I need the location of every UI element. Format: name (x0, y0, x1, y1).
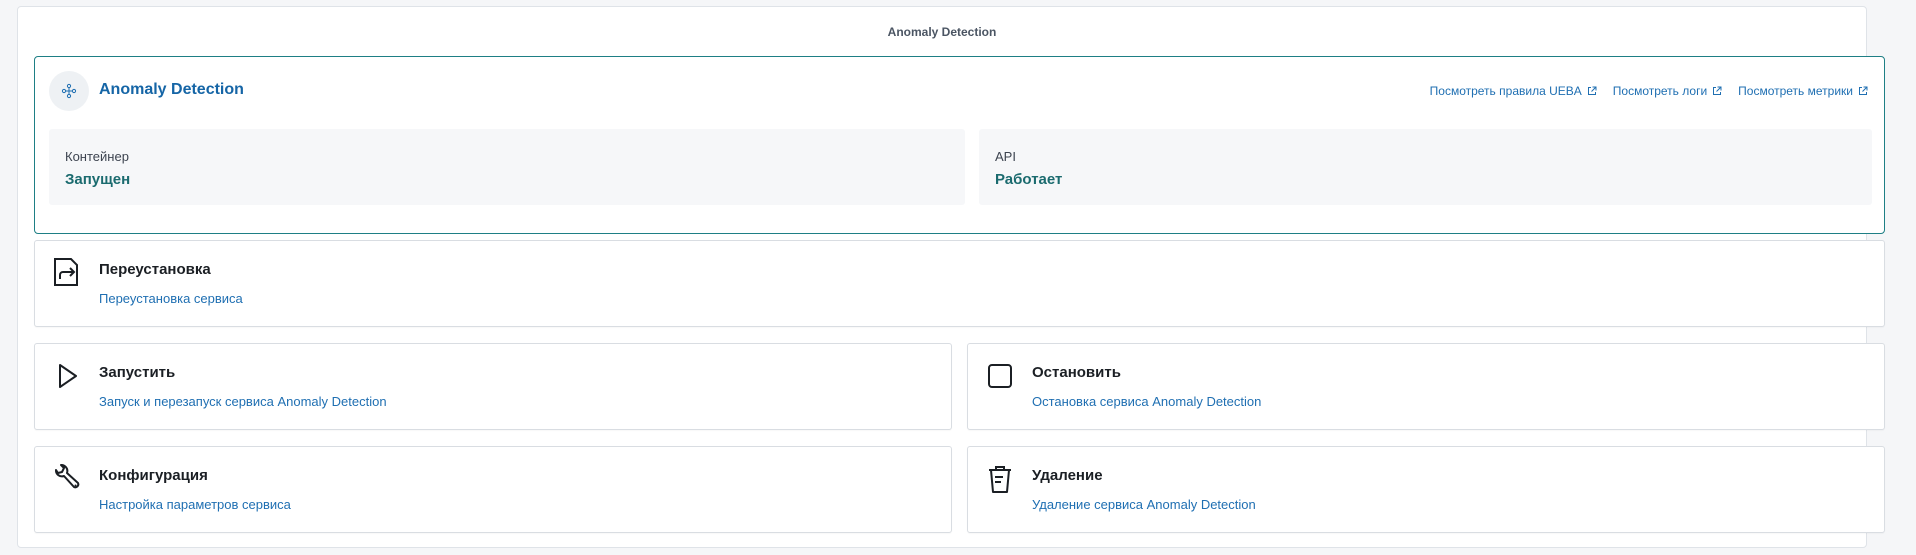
view-logs-link[interactable]: Посмотреть логи (1613, 84, 1722, 98)
page-title: Anomaly Detection (887, 25, 997, 39)
start-card[interactable]: Запустить Запуск и перезапуск сервиса An… (34, 343, 952, 430)
play-icon (59, 364, 77, 388)
delete-card[interactable]: Удаление Удаление сервиса Anomaly Detect… (967, 446, 1885, 533)
container-status-box: Контейнер Запущен (49, 129, 965, 205)
delete-description: Удаление сервиса Anomaly Detection (1032, 497, 1256, 512)
stop-card[interactable]: Остановить Остановка сервиса Anomaly Det… (967, 343, 1885, 430)
reinstall-description: Переустановка сервиса (99, 291, 243, 306)
container-status-label: Контейнер (65, 149, 129, 164)
reinstall-icon (54, 258, 78, 286)
service-status-panel: Anomaly Detection Посмотреть правила UEB… (34, 56, 1885, 234)
view-metrics-label: Посмотреть метрики (1738, 84, 1853, 98)
wrench-icon (55, 464, 80, 489)
external-link-icon (1587, 86, 1597, 95)
external-link-icon (1713, 86, 1722, 95)
container-status-value: Запущен (65, 171, 131, 188)
config-card[interactable]: Конфигурация Настройка параметров сервис… (34, 446, 952, 533)
delete-title: Удаление (1032, 467, 1103, 484)
api-status-value: Работает (995, 171, 1063, 188)
view-metrics-link[interactable]: Посмотреть метрики (1738, 84, 1868, 98)
reinstall-card[interactable]: Переустановка Переустановка сервиса (34, 240, 1885, 327)
start-title: Запустить (99, 364, 176, 381)
config-title: Конфигурация (99, 467, 208, 484)
network-nodes-icon (49, 71, 89, 111)
api-status-label: API (995, 149, 1016, 164)
service-title: Anomaly Detection (99, 81, 244, 98)
stop-title: Остановить (1032, 364, 1121, 381)
config-description: Настройка параметров сервиса (99, 497, 291, 512)
view-ueba-rules-label: Посмотреть правила UEBA (1429, 84, 1582, 98)
stop-description: Остановка сервиса Anomaly Detection (1032, 394, 1262, 409)
view-logs-label: Посмотреть логи (1612, 84, 1708, 98)
service-links: Посмотреть правила UEBA Посмотреть логи … (1430, 84, 1868, 98)
api-status-box: API Работает (979, 129, 1872, 205)
trash-icon (989, 466, 1011, 493)
external-link-icon (1859, 86, 1868, 95)
reinstall-title: Переустановка (99, 261, 211, 278)
view-ueba-rules-link[interactable]: Посмотреть правила UEBA (1430, 84, 1597, 98)
stop-icon (988, 364, 1012, 388)
start-description: Запуск и перезапуск сервиса Anomaly Dete… (99, 394, 387, 409)
